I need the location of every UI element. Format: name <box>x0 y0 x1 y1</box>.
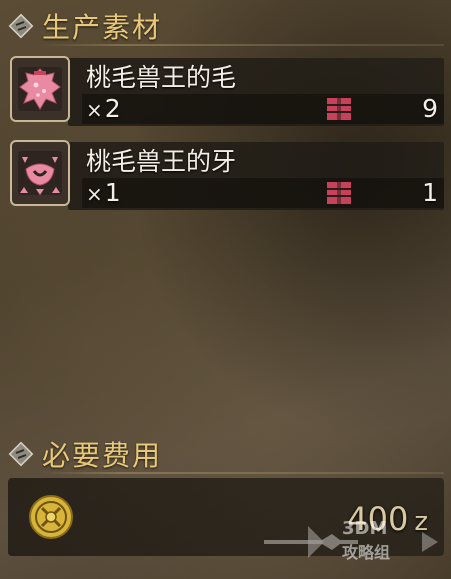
item-box-icon <box>326 97 352 121</box>
item-box-icon <box>326 181 352 205</box>
material-owned-count: 9 <box>422 94 438 123</box>
diamond-hash-icon <box>8 13 34 39</box>
diamond-hash-icon <box>8 441 34 467</box>
zenny-coin-icon <box>28 494 74 540</box>
watermark-logo: 3DM 攻略组 <box>262 512 442 572</box>
watermark-text: 3DM <box>342 518 387 539</box>
pink-fur-icon <box>10 56 70 122</box>
material-owned-count: 1 <box>422 178 438 207</box>
materials-section-header: 生产素材 <box>8 6 162 46</box>
material-required-quantity: ×2 <box>86 94 121 123</box>
row-background-lower <box>82 94 444 124</box>
cost-section-header: 必要费用 <box>8 434 162 474</box>
cost-header-divider <box>40 472 444 474</box>
materials-section-title: 生产素材 <box>42 11 163 44</box>
material-row-fang[interactable]: 桃毛兽王的牙 ×1 1 <box>8 138 444 214</box>
pink-fang-icon <box>10 140 70 206</box>
watermark-subtext: 攻略组 <box>342 543 390 562</box>
material-row-fur[interactable]: 桃毛兽王的毛 ×2 9 <box>8 54 444 130</box>
row-background-lower <box>82 178 444 208</box>
materials-header-divider <box>40 44 444 46</box>
material-required-quantity: ×1 <box>86 178 121 207</box>
material-name: 桃毛兽王的牙 <box>86 147 237 176</box>
cost-section-title: 必要费用 <box>42 439 163 472</box>
material-name: 桃毛兽王的毛 <box>86 63 237 92</box>
